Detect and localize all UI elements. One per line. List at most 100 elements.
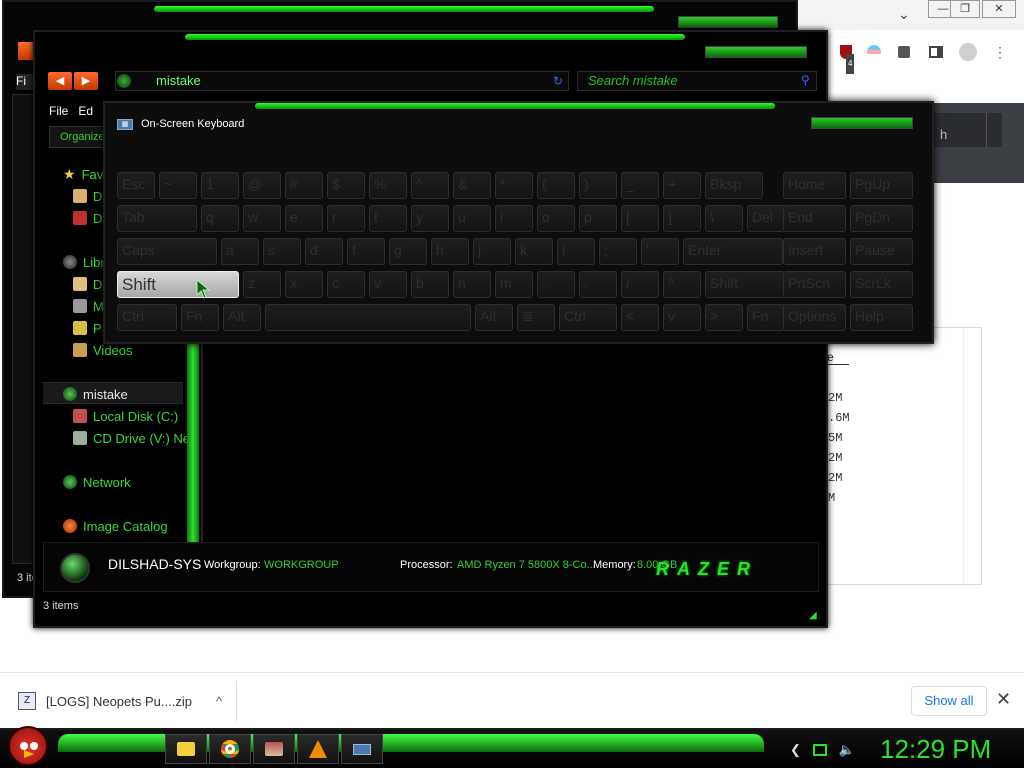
- side-panel-icon[interactable]: [926, 42, 946, 62]
- menu-dots-icon[interactable]: ⋮: [990, 42, 1010, 62]
- nav-network[interactable]: Network: [63, 472, 131, 492]
- key-pause[interactable]: Pause: [850, 238, 913, 265]
- page-search-button[interactable]: [986, 113, 1002, 147]
- key-u[interactable]: u: [453, 205, 491, 232]
- key-symbol[interactable]: .: [579, 271, 617, 298]
- key-symbol[interactable]: ^: [663, 271, 701, 298]
- key-b[interactable]: b: [411, 271, 449, 298]
- key-symbol[interactable]: ;: [599, 238, 637, 265]
- key-home[interactable]: Home: [783, 172, 846, 199]
- key-enter[interactable]: Enter: [683, 238, 783, 265]
- key-1[interactable]: 1: [201, 172, 239, 199]
- key-options[interactable]: Options: [783, 304, 846, 331]
- key-symbol[interactable]: ^: [411, 172, 449, 199]
- key-o[interactable]: o: [537, 205, 575, 232]
- show-all-button[interactable]: Show all: [911, 686, 987, 716]
- refresh-icon[interactable]: ↻: [553, 74, 563, 88]
- key-shift[interactable]: Shift: [117, 271, 239, 298]
- nav-library-item[interactable]: D: [73, 274, 102, 294]
- key-symbol[interactable]: _: [621, 172, 659, 199]
- key-symbol[interactable]: ]: [663, 205, 701, 232]
- key-f[interactable]: f: [347, 238, 385, 265]
- key-symbol[interactable]: <: [621, 304, 659, 331]
- clock[interactable]: 12:29 PM: [880, 734, 991, 765]
- key-q[interactable]: q: [201, 205, 239, 232]
- key-esc[interactable]: Esc: [117, 172, 155, 199]
- nav-cd-drive[interactable]: CD Drive (V:) Ne: [73, 428, 190, 448]
- key-fn[interactable]: Fn: [181, 304, 219, 331]
- resize-grip-icon[interactable]: ◢: [809, 610, 817, 621]
- key-symbol[interactable]: (: [537, 172, 575, 199]
- key-shift[interactable]: Shift: [705, 271, 785, 298]
- key-w[interactable]: w: [243, 205, 281, 232]
- key-bksp[interactable]: Bksp: [705, 172, 763, 199]
- key-fn[interactable]: Fn: [747, 304, 785, 331]
- key-symbol[interactable]: ': [641, 238, 679, 265]
- key-alt[interactable]: Alt: [223, 304, 261, 331]
- key-j[interactable]: j: [473, 238, 511, 265]
- key-t[interactable]: t: [369, 205, 407, 232]
- download-options-chevron-icon[interactable]: ^: [216, 694, 222, 709]
- key-v[interactable]: v: [369, 271, 407, 298]
- key-symbol[interactable]: +: [663, 172, 701, 199]
- key-ctrl[interactable]: Ctrl: [559, 304, 617, 331]
- flag-extension-icon[interactable]: [864, 42, 884, 62]
- profile-avatar-icon[interactable]: [958, 42, 978, 62]
- key-l[interactable]: l: [557, 238, 595, 265]
- tab-search-icon[interactable]: ⌄: [898, 6, 910, 23]
- key-symbol[interactable]: $: [327, 172, 365, 199]
- menu-file[interactable]: File: [49, 104, 68, 118]
- key-k[interactable]: k: [515, 238, 553, 265]
- nav-image-catalog[interactable]: Image Catalog: [63, 516, 168, 536]
- nav-library-item[interactable]: P: [73, 318, 102, 338]
- key-d[interactable]: d: [305, 238, 343, 265]
- extensions-puzzle-icon[interactable]: [894, 42, 914, 62]
- key-h[interactable]: h: [431, 238, 469, 265]
- taskbar-app-button[interactable]: [253, 734, 295, 764]
- forward-arrow-icon[interactable]: ▶: [74, 72, 98, 90]
- nav-folder-mistake[interactable]: mistake: [63, 384, 128, 404]
- back-forward-buttons[interactable]: ◀ ▶: [48, 72, 98, 90]
- key-symbol[interactable]: ): [579, 172, 617, 199]
- panel-scrollbar[interactable]: [963, 328, 981, 584]
- key-i[interactable]: i: [495, 205, 533, 232]
- volume-icon[interactable]: 🔈: [839, 742, 855, 758]
- key-a[interactable]: a: [221, 238, 259, 265]
- key-z[interactable]: z: [243, 271, 281, 298]
- key-symbol[interactable]: /: [621, 271, 659, 298]
- network-tray-icon[interactable]: [812, 744, 827, 756]
- key-symbol[interactable]: ≣: [517, 304, 555, 331]
- key-symbol[interactable]: &: [453, 172, 491, 199]
- nav-library-item[interactable]: M: [73, 296, 104, 316]
- close-button[interactable]: ✕: [982, 0, 1016, 18]
- key-x[interactable]: x: [285, 271, 323, 298]
- key-pgdn[interactable]: PgDn: [850, 205, 913, 232]
- taskbar-osk-button[interactable]: [341, 734, 383, 764]
- key-caps[interactable]: Caps: [117, 238, 217, 265]
- key-m[interactable]: m: [495, 271, 533, 298]
- key-tab[interactable]: Tab: [117, 205, 197, 232]
- key-space[interactable]: [265, 304, 471, 331]
- search-input[interactable]: Search mistake: [577, 71, 817, 91]
- taskbar-vlc-button[interactable]: [297, 734, 339, 764]
- key-n[interactable]: n: [453, 271, 491, 298]
- key-symbol[interactable]: [: [621, 205, 659, 232]
- key-symbol[interactable]: ,: [537, 271, 575, 298]
- nav-libraries[interactable]: Libr: [63, 252, 105, 272]
- key-y[interactable]: y: [411, 205, 449, 232]
- organize-button[interactable]: Organize: [49, 126, 109, 148]
- search-icon[interactable]: ⚲: [801, 73, 810, 87]
- back-window-controls[interactable]: [678, 16, 778, 28]
- on-screen-keyboard-window[interactable]: ▦ On-Screen Keyboard Esc ~1 @ # $% ^ & *() _ + Bks…: [103, 101, 934, 344]
- nav-local-disk[interactable]: Local Disk (C:): [73, 406, 178, 426]
- key-symbol[interactable]: \: [705, 205, 743, 232]
- nav-favorite-item[interactable]: D: [73, 186, 102, 206]
- downloads-close-icon[interactable]: ✕: [996, 689, 1011, 710]
- key-e[interactable]: e: [285, 205, 323, 232]
- key-symbol[interactable]: @: [243, 172, 281, 199]
- key-help[interactable]: Help: [850, 304, 913, 331]
- key-s[interactable]: s: [263, 238, 301, 265]
- menu-edit[interactable]: Ed: [78, 104, 93, 118]
- key-c[interactable]: c: [327, 271, 365, 298]
- back-arrow-icon[interactable]: ◀: [48, 72, 72, 90]
